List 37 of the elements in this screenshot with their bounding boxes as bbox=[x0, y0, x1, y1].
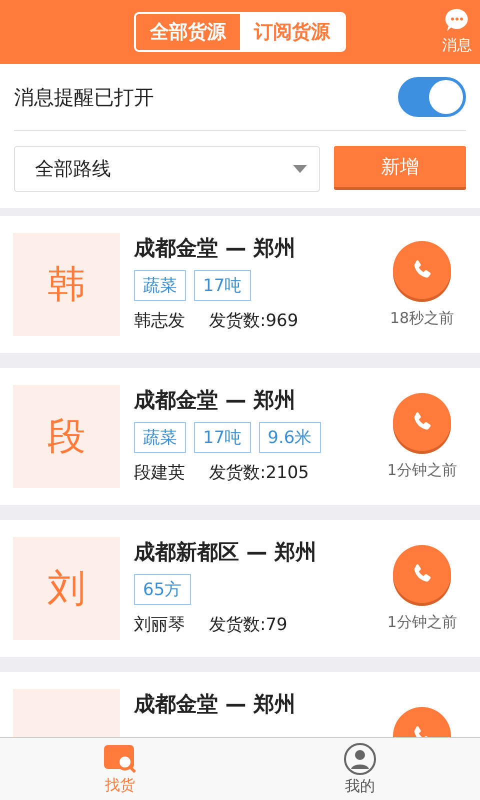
call-button[interactable] bbox=[393, 545, 451, 603]
listing-card[interactable]: 段 成都金堂 — 郑州 蔬菜 17吨 9.6米 段建英 发货数:2105 1分钟之前 bbox=[0, 368, 480, 505]
listing-card[interactable]: 韩 成都金堂 — 郑州 蔬菜 17吨 韩志发 发货数:969 18秒之前 bbox=[0, 216, 480, 353]
listing-card[interactable]: 成都金堂 — 郑州 bbox=[0, 672, 480, 737]
post-time: 18秒之前 bbox=[390, 309, 454, 328]
shipment-count: 发货数:79 bbox=[209, 614, 288, 636]
listing-card[interactable]: 刘 成都新都区 — 郑州 65方 刘丽琴 发货数:79 1分钟之前 bbox=[0, 520, 480, 657]
tag: 17吨 bbox=[194, 422, 251, 453]
tag: 65方 bbox=[134, 574, 191, 605]
contact-name: 韩志发 bbox=[134, 310, 185, 332]
shipment-count: 发货数:2105 bbox=[209, 462, 309, 484]
tag: 蔬菜 bbox=[134, 422, 186, 453]
call-button[interactable] bbox=[393, 393, 451, 451]
tag: 17吨 bbox=[194, 270, 251, 301]
route-title: 成都新都区 — 郑州 bbox=[134, 539, 318, 566]
notification-toggle[interactable] bbox=[398, 77, 466, 117]
avatar: 韩 bbox=[13, 233, 120, 336]
tag: 蔬菜 bbox=[134, 270, 186, 301]
post-time: 1分钟之前 bbox=[387, 613, 457, 632]
contact-name: 段建英 bbox=[134, 462, 185, 484]
avatar: 刘 bbox=[13, 537, 120, 640]
call-button[interactable] bbox=[393, 241, 451, 299]
route-dropdown[interactable]: 全部路线 bbox=[14, 146, 320, 192]
tag: 9.6米 bbox=[258, 422, 321, 453]
user-icon bbox=[344, 742, 376, 774]
route-title: 成都金堂 — 郑州 bbox=[134, 691, 297, 718]
search-icon bbox=[103, 744, 137, 774]
route-title: 成都金堂 — 郑州 bbox=[134, 235, 297, 262]
notification-label: 消息提醒已打开 bbox=[14, 84, 154, 110]
route-title: 成都金堂 — 郑州 bbox=[134, 387, 297, 414]
chat-icon bbox=[444, 8, 470, 34]
post-time: 1分钟之前 bbox=[387, 461, 457, 480]
dropdown-caret-icon bbox=[293, 165, 307, 173]
nav-item[interactable]: 我的 bbox=[240, 738, 480, 800]
avatar: 段 bbox=[13, 385, 120, 488]
shipment-count: 发货数:969 bbox=[209, 310, 298, 332]
contact-name: 刘丽琴 bbox=[134, 614, 185, 636]
